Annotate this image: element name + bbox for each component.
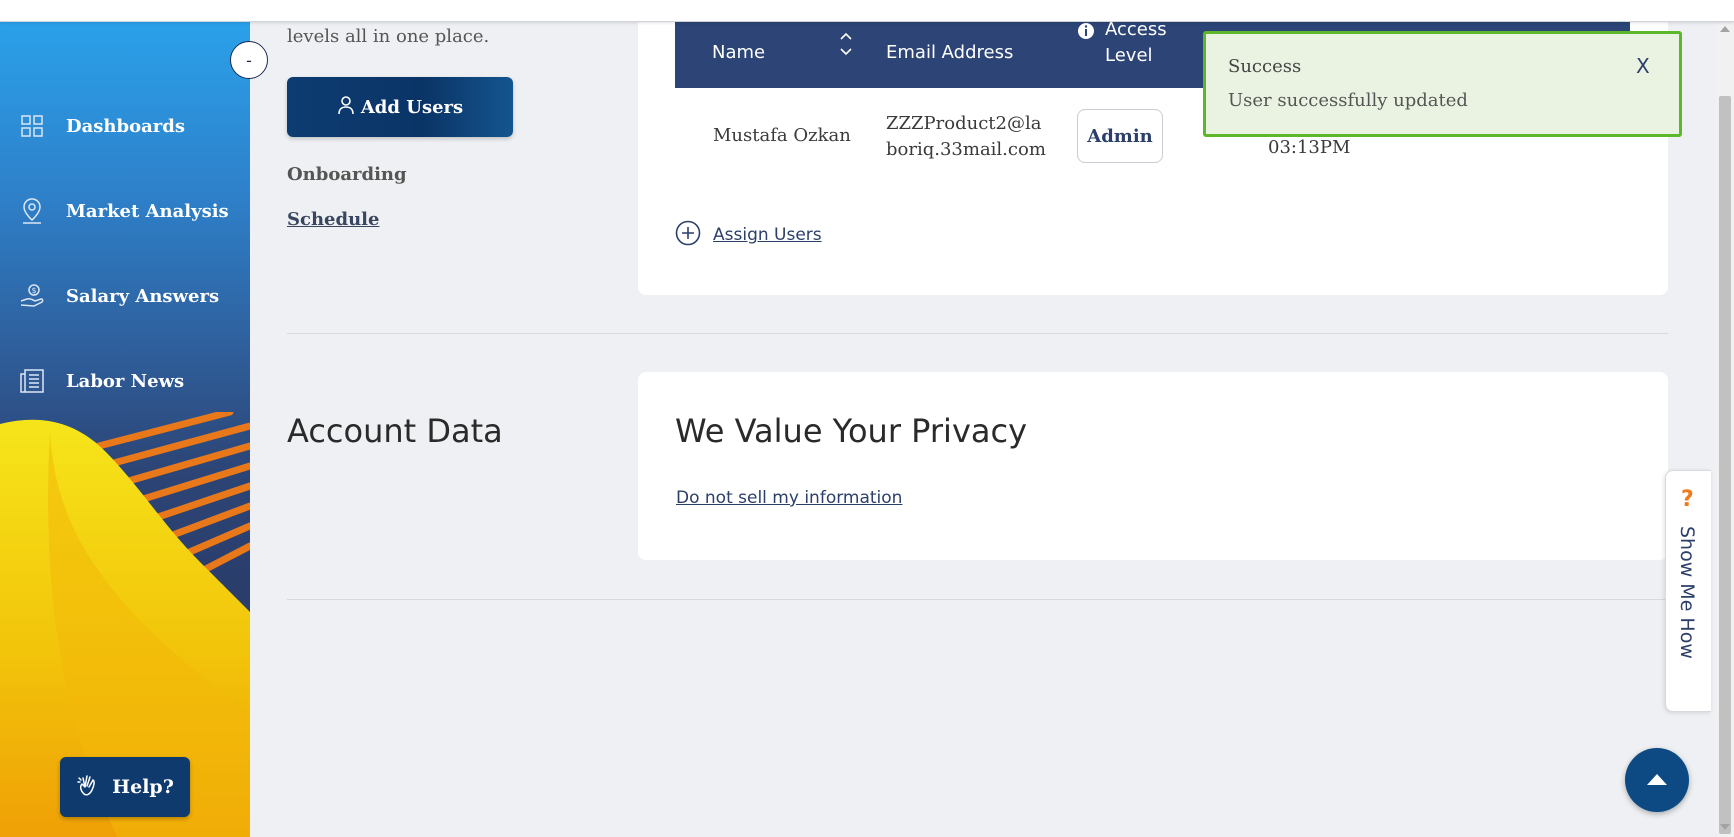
show-me-how-label: Show Me How [1676,526,1698,659]
hand-wave-icon [76,772,102,802]
grid-icon [18,112,46,140]
toast-title: Success [1228,56,1302,77]
access-level-badge[interactable]: Admin [1077,109,1163,163]
plus-circle-icon [675,220,701,250]
user-plus-icon [337,95,355,119]
help-button[interactable]: Help? [60,757,190,817]
sidebar-item-labor-news[interactable]: Labor News [18,361,184,401]
intro-text: levels all in one place. [287,26,490,47]
cell-email: ZZZProduct2@la boriq.33mail.com [886,111,1046,163]
toast-message: User successfully updated [1228,90,1468,111]
show-me-how-tab[interactable]: ? Show Me How [1665,470,1711,712]
assign-users-label: Assign Users [713,225,822,245]
info-icon[interactable] [1077,22,1095,45]
sidebar-item-dashboards[interactable]: Dashboards [18,106,185,146]
cell-email-line: ZZZProduct2@la [886,113,1042,134]
toast-close-button[interactable]: X [1636,54,1650,78]
scroll-up-arrow-icon[interactable] [1720,26,1730,32]
do-not-sell-link[interactable]: Do not sell my information [676,488,902,508]
column-header-email: Email Address [886,42,1014,63]
privacy-card [638,372,1668,560]
browser-top-bar [0,0,1734,22]
map-pin-icon [18,197,46,225]
money-hand-icon: $ [18,282,46,310]
onboarding-link[interactable]: Onboarding [287,164,407,185]
sidebar-item-label: Dashboards [66,115,185,137]
sidebar-item-market-analysis[interactable]: Market Analysis [18,191,229,231]
sidebar-item-label: Market Analysis [66,200,229,222]
scrollbar-thumb[interactable] [1719,96,1731,834]
schedule-link[interactable]: Schedule [287,209,379,230]
add-users-label: Add Users [360,96,464,118]
arrow-up-icon [1646,771,1668,790]
scroll-down-arrow-icon[interactable] [1720,824,1730,830]
section-divider [287,599,1668,600]
cell-email-line: boriq.33mail.com [886,139,1046,160]
account-data-title: Account Data [287,412,503,450]
svg-text:$: $ [32,286,37,295]
section-divider [287,333,1668,334]
success-toast: Success User successfully updated X [1203,31,1682,137]
newspaper-icon [18,367,46,395]
cell-time: 03:13PM [1268,137,1351,158]
help-label: Help? [112,776,174,798]
cell-name: Mustafa Ozkan [713,125,851,146]
sidebar-item-label: Labor News [66,370,185,392]
sidebar-item-label: Salary Answers [66,285,220,307]
back-to-top-button[interactable] [1625,748,1689,812]
sidebar-item-salary-answers[interactable]: $ Salary Answers [18,276,219,316]
assign-users-link[interactable]: Assign Users [675,220,822,250]
privacy-title: We Value Your Privacy [675,412,1028,450]
column-header-name[interactable]: Name [712,42,765,63]
sidebar: Dashboards Market Analysis $ Salary Answ… [0,22,250,837]
add-users-button[interactable]: Add Users [287,77,513,137]
collapse-sidebar-button[interactable]: - [230,41,268,79]
question-mark-icon: ? [1681,487,1694,512]
sort-icon[interactable] [838,30,854,58]
page-scrollbar[interactable] [1716,22,1734,837]
